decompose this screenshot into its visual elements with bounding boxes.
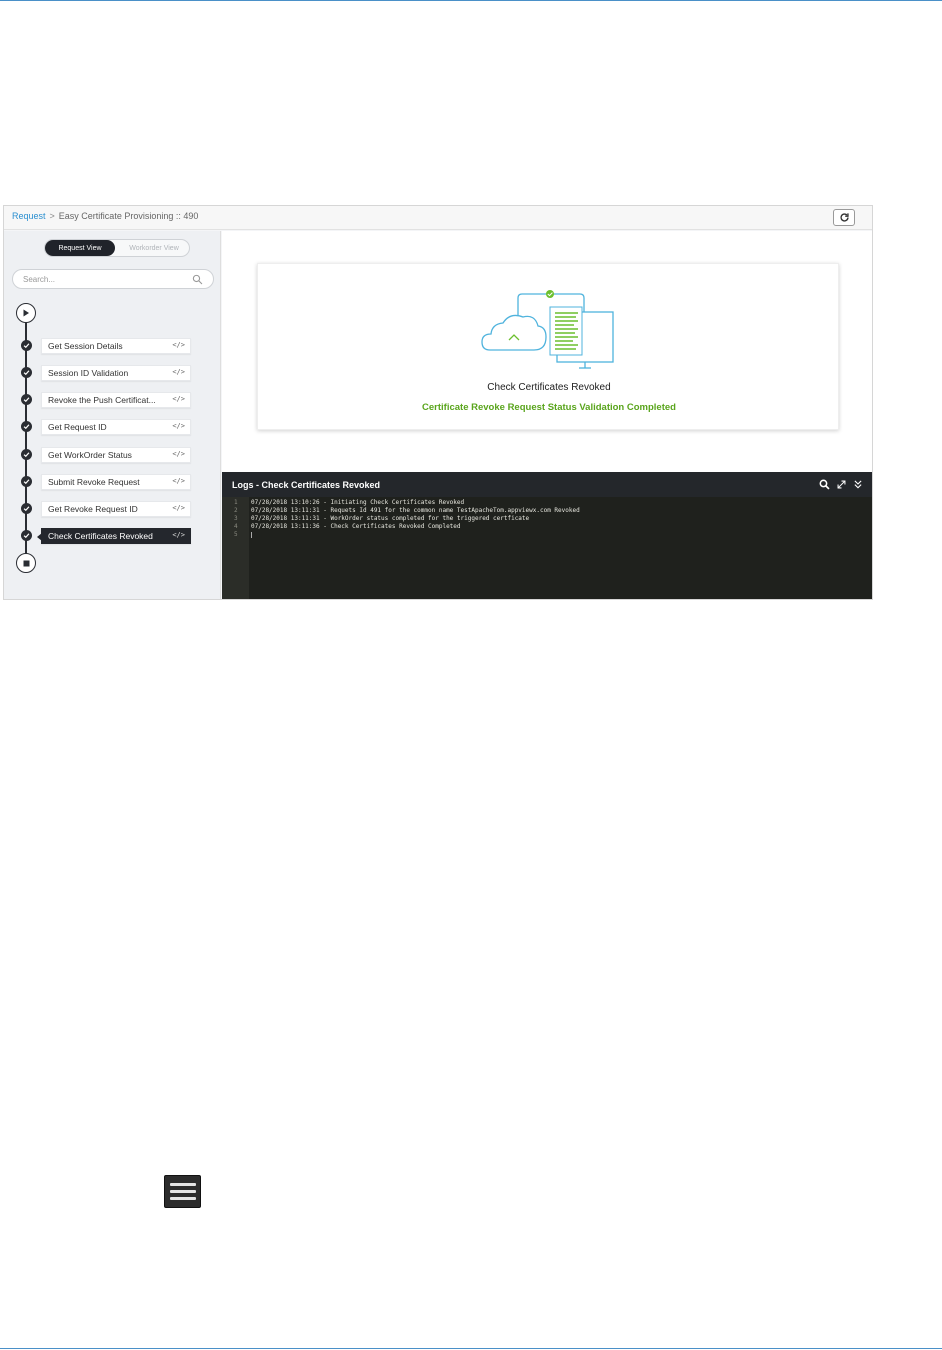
- step-check-icon: [21, 340, 32, 351]
- step-revoke-push-certificate[interactable]: Revoke the Push Certificat... </>: [41, 392, 191, 408]
- step-check-icon: [21, 421, 32, 432]
- log-line: 1 07/28/2018 13:10:26 - Initiating Check …: [234, 499, 465, 506]
- step-get-request-id[interactable]: Get Request ID </>: [41, 419, 191, 435]
- log-line: 5: [222, 531, 872, 539]
- code-icon[interactable]: </>: [172, 477, 185, 485]
- play-icon: [23, 309, 29, 317]
- step-label: Check Certificates Revoked: [48, 531, 153, 541]
- refresh-button[interactable]: [833, 209, 855, 226]
- app-window: Request > Easy Certificate Provisioning ::…: [3, 205, 873, 600]
- logs-toolbar: [818, 478, 864, 490]
- status-title: Check Certificates Revoked: [487, 382, 611, 393]
- code-icon[interactable]: </>: [172, 341, 185, 349]
- code-icon[interactable]: </>: [172, 504, 185, 512]
- refresh-icon: [839, 213, 849, 222]
- log-search-button[interactable]: [818, 478, 830, 490]
- expand-icon: [837, 480, 845, 488]
- logs-header: Logs - Check Certificates Revoked: [222, 472, 872, 497]
- stop-icon: [23, 560, 29, 566]
- logs-panel: Logs - Check Certificates Revoked 1 07/28…: [222, 472, 872, 599]
- log-line: 3 07/28/2018 13:11:31 - WorkOrder status …: [234, 515, 530, 522]
- log-expand-button[interactable]: [835, 478, 847, 490]
- step-label: Get WorkOrder Status: [48, 450, 132, 460]
- search-box: [12, 269, 214, 289]
- request-view-tab[interactable]: Request View: [45, 240, 115, 256]
- hamburger-menu-icon: [169, 1183, 196, 1186]
- workflow-sidebar: Request View Workorder View Get Session …: [4, 231, 221, 599]
- text-cursor: [251, 532, 252, 538]
- code-icon[interactable]: </>: [172, 450, 185, 458]
- step-check-icon: [21, 394, 32, 405]
- search-icon[interactable]: [192, 274, 203, 285]
- step-session-id-validation[interactable]: Session ID Validation </>: [41, 365, 191, 381]
- start-node[interactable]: [16, 303, 36, 323]
- code-icon[interactable]: </>: [172, 395, 185, 403]
- step-detail-panel: Check Certificates Revoked Certificate R…: [222, 231, 872, 472]
- step-check-icon: [21, 530, 32, 541]
- breadcrumb-current: Easy Certificate Provisioning :: 490: [58, 211, 199, 221]
- cloud-to-server-illustration: [481, 290, 614, 369]
- log-collapse-button[interactable]: [852, 478, 864, 490]
- hamburger-menu-button[interactable]: [164, 1175, 201, 1208]
- log-output[interactable]: 1 07/28/2018 13:10:26 - Initiating Check …: [222, 499, 872, 539]
- code-icon[interactable]: </>: [172, 422, 185, 430]
- top-bar: Request > Easy Certificate Provisioning ::…: [4, 206, 872, 230]
- view-toggle: Request View Workorder View: [44, 239, 190, 257]
- hamburger-menu-icon: [169, 1197, 196, 1200]
- step-label: Get Revoke Request ID: [48, 504, 138, 514]
- step-check-icon: [21, 367, 32, 378]
- search-input[interactable]: [23, 273, 183, 286]
- status-message: Certificate Revoke Request Status Valida…: [422, 402, 676, 413]
- hamburger-menu-icon: [169, 1190, 196, 1193]
- status-card: Check Certificates Revoked Certificate R…: [257, 263, 839, 430]
- step-get-workorder-status[interactable]: Get WorkOrder Status </>: [41, 447, 191, 463]
- step-check-icon: [21, 449, 32, 460]
- step-get-revoke-request-id[interactable]: Get Revoke Request ID </>: [41, 501, 191, 517]
- end-node[interactable]: [16, 553, 36, 573]
- step-label: Get Request ID: [48, 422, 107, 432]
- step-label: Submit Revoke Request: [48, 477, 140, 487]
- log-line: 4 07/28/2018 13:11:36 - Check Certificate…: [234, 523, 461, 530]
- step-label: Revoke the Push Certificat...: [48, 395, 156, 405]
- breadcrumb-link-request[interactable]: Request: [12, 211, 46, 221]
- step-check-certificates-revoked[interactable]: Check Certificates Revoked </>: [37, 528, 191, 544]
- step-label: Get Session Details: [48, 341, 123, 351]
- step-label: Session ID Validation: [48, 368, 129, 378]
- step-check-icon: [21, 476, 32, 487]
- logs-title: Logs - Check Certificates Revoked: [232, 480, 381, 490]
- log-line: 2 07/28/2018 13:11:31 - Requets Id 491 fo…: [234, 507, 580, 514]
- workorder-view-tab[interactable]: Workorder View: [119, 240, 189, 256]
- breadcrumb-separator: >: [49, 211, 55, 221]
- step-check-icon: [21, 503, 32, 514]
- page-bottom-rule: [0, 1348, 942, 1349]
- code-icon[interactable]: </>: [172, 531, 185, 539]
- step-submit-revoke-request[interactable]: Submit Revoke Request </>: [41, 474, 191, 490]
- search-icon: [819, 479, 830, 490]
- page-top-rule: [0, 0, 942, 1]
- breadcrumb: Request > Easy Certificate Provisioning ::…: [12, 211, 198, 221]
- step-get-session-details[interactable]: Get Session Details </>: [41, 338, 191, 354]
- double-chevron-down-icon: [854, 480, 862, 489]
- code-icon[interactable]: </>: [172, 368, 185, 376]
